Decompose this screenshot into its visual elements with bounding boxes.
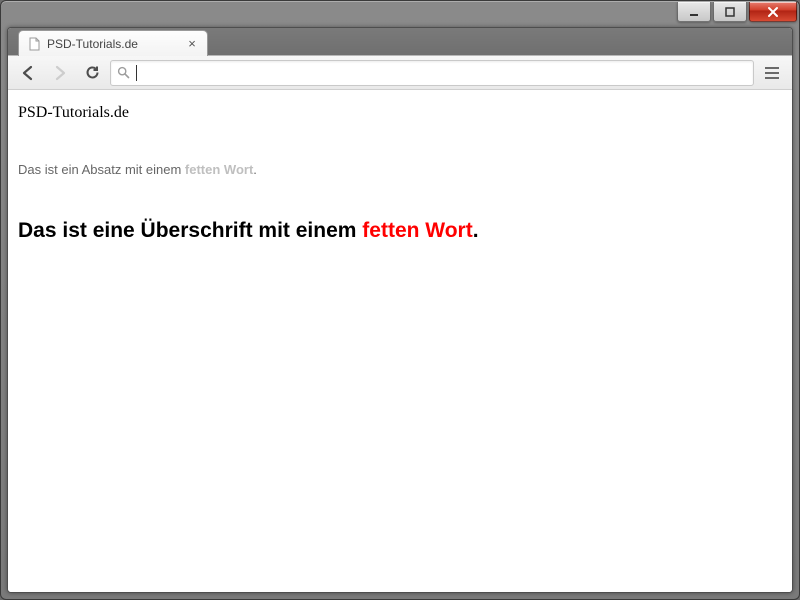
forward-button[interactable] xyxy=(46,60,74,86)
file-icon xyxy=(27,37,41,51)
heading-bold: fetten Wort xyxy=(362,219,472,242)
tab-strip: PSD-Tutorials.de × xyxy=(8,28,792,56)
heading-before: Das ist eine Überschrift mit einem xyxy=(18,219,362,242)
tab-close-icon[interactable]: × xyxy=(185,37,199,51)
maximize-button[interactable] xyxy=(713,2,747,22)
window-frame: PSD-Tutorials.de × xyxy=(0,0,800,600)
paragraph-after: . xyxy=(253,162,257,177)
menu-button[interactable] xyxy=(758,60,786,86)
window-titlebar[interactable] xyxy=(1,1,799,27)
back-button[interactable] xyxy=(14,60,42,86)
heading-after: . xyxy=(473,219,479,242)
minimize-button[interactable] xyxy=(677,2,711,22)
tab-title: PSD-Tutorials.de xyxy=(47,37,179,51)
close-button[interactable] xyxy=(749,2,797,22)
url-input[interactable] xyxy=(143,65,747,80)
paragraph: Das ist ein Absatz mit einem fetten Wort… xyxy=(18,162,782,177)
toolbar xyxy=(8,56,792,90)
browser-tab[interactable]: PSD-Tutorials.de × xyxy=(18,30,208,56)
page-content: PSD-Tutorials.de Das ist ein Absatz mit … xyxy=(8,90,792,257)
browser-chrome: PSD-Tutorials.de × xyxy=(7,27,793,593)
search-icon xyxy=(117,66,130,79)
address-bar[interactable] xyxy=(110,60,754,86)
text-caret xyxy=(136,65,137,81)
page-viewport[interactable]: PSD-Tutorials.de Das ist ein Absatz mit … xyxy=(8,90,792,592)
page-title: PSD-Tutorials.de xyxy=(18,104,782,122)
reload-button[interactable] xyxy=(78,60,106,86)
paragraph-bold: fetten Wort xyxy=(185,162,253,177)
heading: Das ist eine Überschrift mit einem fette… xyxy=(18,219,782,243)
caption-buttons xyxy=(677,2,797,22)
paragraph-before: Das ist ein Absatz mit einem xyxy=(18,162,185,177)
